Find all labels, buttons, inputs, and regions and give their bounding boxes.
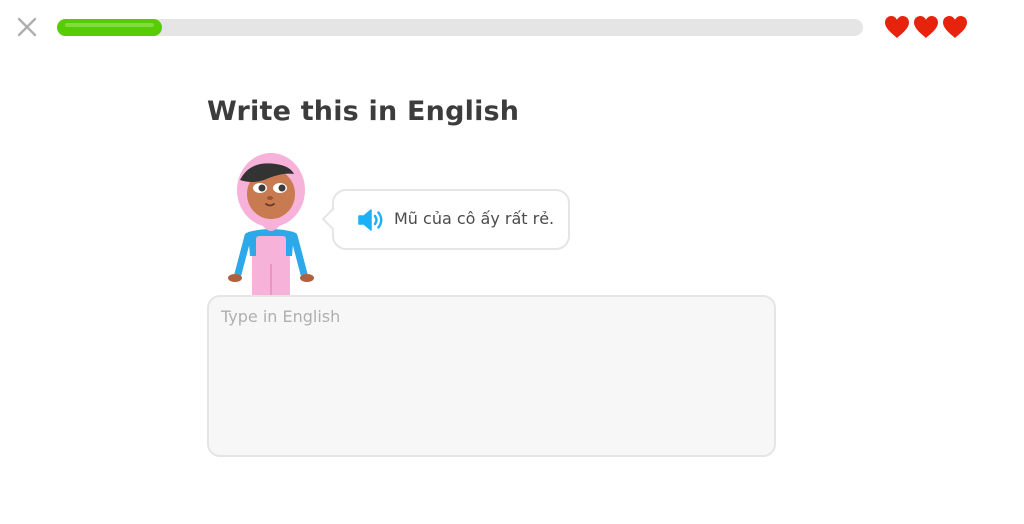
heart-icon [885,16,909,38]
speech-bubble-tail [321,207,345,231]
speech-bubble: Mũ của cô ấy rất rẻ. [321,189,570,250]
close-icon [17,17,37,37]
speaker-icon [358,209,383,231]
heart-icon [914,16,938,38]
progress-bar [57,19,863,36]
challenge-title: Write this in English [207,96,520,127]
play-audio-button[interactable] [357,207,385,233]
lesson-page: Write this in English Mũ của cô ấy rất r… [0,0,1024,524]
character-illustration [228,153,314,296]
progress-fill [57,19,162,36]
heart-icon [943,16,967,38]
answer-input[interactable] [207,295,776,457]
close-button[interactable] [14,14,40,40]
hearts [884,15,968,39]
prompt-sentence[interactable]: Mũ của cô ấy rất rẻ. [394,209,554,228]
